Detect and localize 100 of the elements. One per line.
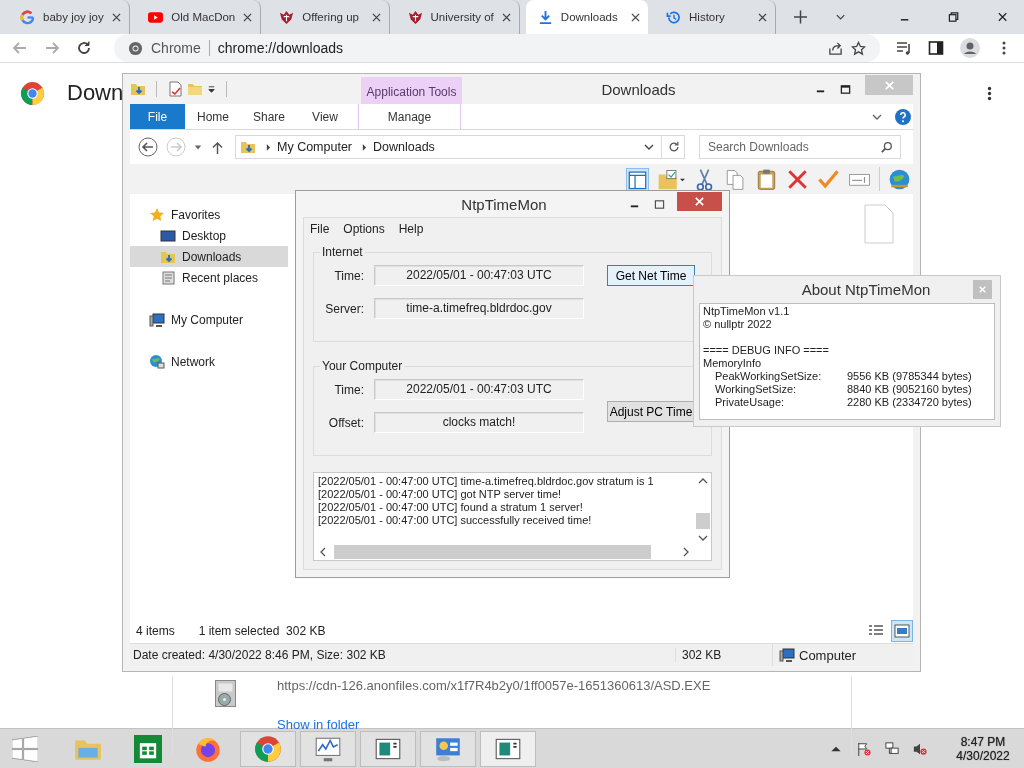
folder-download-icon <box>240 139 256 155</box>
scroll-down-icon[interactable] <box>698 535 708 541</box>
close-tab-icon[interactable] <box>243 12 253 22</box>
layout-pane-icon[interactable] <box>626 167 649 191</box>
close-tab-icon[interactable] <box>112 12 122 22</box>
history-icon <box>666 9 682 25</box>
menu-item[interactable]: Help <box>398 222 424 236</box>
chrome-taskbar-icon[interactable] <box>240 730 296 767</box>
profile-avatar-icon[interactable] <box>960 38 980 58</box>
about-line: MemoryInfo <box>703 357 763 370</box>
share-icon[interactable] <box>828 40 843 56</box>
memory-value: 9556 KB (9785344 bytes) <box>847 370 972 383</box>
folder-download-icon[interactable] <box>130 81 146 97</box>
restore-icon[interactable] <box>947 11 959 23</box>
app-window-taskbar-icon[interactable] <box>360 730 416 767</box>
search-field[interactable]: Search Downloads <box>699 135 901 159</box>
maximize-icon[interactable] <box>840 83 851 95</box>
bookmark-star-icon[interactable] <box>851 40 866 56</box>
folder-options-icon[interactable] <box>657 167 685 191</box>
ribbon-tab[interactable]: File <box>130 104 185 129</box>
readonly-field: clocks match! <box>374 412 584 433</box>
computer-icon <box>779 647 795 663</box>
delete-icon[interactable] <box>786 167 809 191</box>
back-icon[interactable] <box>138 137 158 157</box>
help-icon[interactable] <box>895 108 911 125</box>
start-button-icon[interactable] <box>12 735 38 762</box>
crest-icon <box>279 9 295 25</box>
selection-info: 1 item selected 302 KB <box>198 624 326 638</box>
scroll-right-icon[interactable] <box>683 547 689 557</box>
checkmark-icon[interactable] <box>817 167 840 191</box>
window-title: NtpTimeMon <box>461 195 547 213</box>
nav-item[interactable]: Desktop <box>130 225 288 246</box>
monitor-chart-taskbar-icon[interactable] <box>300 730 356 767</box>
recent-locations-icon[interactable] <box>194 143 202 151</box>
scroll-up-icon[interactable] <box>698 478 708 484</box>
muted-speaker-icon[interactable] <box>913 741 927 756</box>
dropdown-icon[interactable] <box>207 84 216 94</box>
ribbon-tab[interactable]: Manage <box>358 104 461 129</box>
close-tab-icon[interactable] <box>631 12 641 22</box>
show-in-folder-link[interactable]: Show in folder <box>277 717 711 732</box>
reload-icon[interactable] <box>76 40 92 56</box>
breadcrumb-arrow-icon <box>266 143 271 151</box>
field-label: Server: <box>324 301 364 316</box>
refresh-icon[interactable] <box>668 141 680 153</box>
download-url: https://cdn-126.anonfiles.com/x1f7R4b2y0/1ff0057e-1651360613/ASD.EXE <box>277 678 711 693</box>
close-tab-icon[interactable] <box>758 12 768 22</box>
flag-warning-icon[interactable] <box>857 741 871 756</box>
control-panel-taskbar-icon[interactable] <box>420 730 476 767</box>
field-label: Time: <box>333 382 364 397</box>
clock-time[interactable]: 8:47 PM <box>960 734 1006 749</box>
nav-item[interactable]: Network <box>130 351 288 372</box>
video-play-icon <box>148 9 164 25</box>
memory-label: PrivateUsage: <box>715 396 786 409</box>
google-icon <box>20 9 35 25</box>
menu-item[interactable]: Options <box>343 222 385 236</box>
maximize-icon[interactable] <box>654 198 665 210</box>
about-line: © nullptr 2022 <box>703 318 773 331</box>
copy-icon[interactable] <box>724 167 747 191</box>
close-icon[interactable] <box>694 195 705 207</box>
close-tab-icon[interactable] <box>501 12 511 22</box>
nav-item[interactable]: My Computer <box>130 309 288 330</box>
properties-icon[interactable] <box>167 81 183 97</box>
page-title: Down <box>67 80 124 106</box>
more-options-icon[interactable] <box>987 85 992 101</box>
address-bar[interactable]: Chrome chrome://downloads <box>114 34 880 62</box>
up-icon[interactable] <box>212 140 223 154</box>
log-line: [2022/05/01 - 00:47:00 UTC] got NTP server time! <box>318 488 563 501</box>
globe-icon[interactable] <box>888 167 911 191</box>
ribbon-tab[interactable]: Share <box>241 104 297 129</box>
file-icon <box>864 204 894 244</box>
clock-date[interactable]: 4/30/2022 <box>956 748 1010 763</box>
paste-icon[interactable] <box>755 167 778 191</box>
browser-tab[interactable]: Downloads <box>525 0 649 34</box>
nav-item[interactable]: Recent places <box>130 267 288 288</box>
ribbon-tab[interactable]: View <box>297 104 353 129</box>
new-tab-icon[interactable] <box>794 10 808 24</box>
memory-label: WorkingSetSize: <box>715 383 798 396</box>
ribbon-tab[interactable]: Home <box>185 104 241 129</box>
breadcrumb-item[interactable]: Downloads <box>373 140 435 154</box>
address-field[interactable]: My Computer Downloads <box>235 135 685 159</box>
size-text: 302 KB <box>675 648 772 662</box>
search-icon <box>881 141 893 153</box>
nav-item[interactable]: Favorites <box>130 204 288 225</box>
app-window-taskbar-icon[interactable] <box>480 730 536 767</box>
close-button[interactable] <box>677 191 722 211</box>
scroll-left-icon[interactable] <box>320 547 326 557</box>
breadcrumb-item[interactable]: My Computer <box>277 140 353 154</box>
log-line: [2022/05/01 - 00:47:00 UTC] time-a.timefreq.bldrdoc.gov stratum is 1 <box>318 475 655 488</box>
menu-item[interactable]: File <box>310 222 330 236</box>
close-tab-icon[interactable] <box>371 12 381 22</box>
nav-item[interactable]: Downloads <box>130 246 288 267</box>
network-icon[interactable] <box>885 741 899 756</box>
side-panel-icon[interactable] <box>928 40 944 56</box>
network-icon <box>149 353 165 370</box>
action-button[interactable]: Adjust PC Time <box>607 401 695 422</box>
close-icon[interactable] <box>996 11 1008 23</box>
chrome-icon <box>128 40 143 56</box>
memory-value: 2280 KB (2334720 bytes) <box>847 396 972 409</box>
action-button[interactable]: Get Net Time <box>607 265 695 286</box>
media-queue-icon[interactable] <box>896 40 912 56</box>
